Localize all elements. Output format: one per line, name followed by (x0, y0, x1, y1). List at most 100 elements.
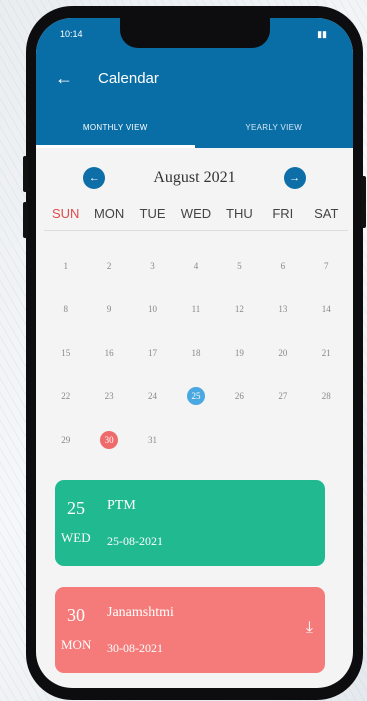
calendar-grid: 1 2 3 4 5 6 7 8 9 10 11 12 13 14 15 16 17 18 19 20 21 22 23 24 2… (44, 244, 348, 462)
app-bar: ← Calendar (36, 50, 353, 106)
event-weekday: WED (61, 530, 91, 545)
volume-down-button (23, 202, 28, 238)
calendar-week-row: 15 16 17 18 19 20 21 (44, 331, 348, 375)
calendar-day-number: 3 (150, 260, 155, 271)
calendar-day[interactable]: 30 (87, 418, 130, 462)
calendar-day-number: 31 (148, 434, 158, 445)
calendar-day-number: 24 (148, 391, 158, 402)
calendar-empty-cell (218, 418, 261, 462)
calendar-day[interactable]: 10 (131, 288, 174, 332)
calendar-week-row: 29 30 31 (44, 418, 348, 462)
calendar-day[interactable]: 21 (305, 331, 348, 375)
calendar-day-number: 2 (106, 260, 112, 271)
month-navigator: ← August 2021 → (36, 164, 353, 192)
event-day: 25 (67, 498, 85, 518)
weekday-label: MON (93, 206, 125, 221)
calendar-day-number: 4 (193, 260, 199, 271)
weekday-label: THU (226, 206, 253, 221)
calendar-day[interactable]: 22 (44, 375, 87, 419)
calendar-day[interactable]: 23 (87, 375, 130, 419)
back-arrow-icon[interactable]: ← (44, 68, 84, 89)
calendar-day-number: 19 (234, 347, 244, 358)
arrow-left-icon: ← (88, 172, 100, 184)
calendar-day[interactable]: 14 (305, 288, 348, 332)
calendar-day[interactable]: 11 (174, 288, 217, 332)
calendar-day-number (187, 431, 205, 449)
weekday-label: SUN (51, 206, 80, 221)
calendar-day[interactable]: 13 (261, 288, 304, 332)
calendar-day[interactable]: 20 (261, 331, 304, 375)
calendar-day[interactable]: 4 (174, 244, 217, 288)
calendar-day[interactable]: 16 (87, 331, 130, 375)
calendar-day[interactable]: 31 (131, 418, 174, 462)
calendar-day[interactable]: 27 (261, 375, 304, 419)
calendar-day-number: 12 (234, 304, 244, 315)
calendar-day-number: 27 (278, 391, 288, 402)
camera-notch (120, 18, 270, 48)
prev-month-button[interactable]: ← (83, 167, 106, 189)
event-card[interactable]: 25 WED PTM 25-08-2021 (55, 480, 325, 566)
weekday-label: FRI (272, 206, 294, 221)
calendar-week-row: 22 23 24 25 26 27 28 (44, 375, 348, 419)
calendar-day[interactable]: 26 (218, 375, 261, 419)
power-button (361, 176, 366, 228)
calendar-day[interactable]: 15 (44, 331, 87, 375)
calendar-week-row: 1 2 3 4 5 6 7 (44, 244, 348, 288)
calendar-day-number: 9 (106, 304, 112, 315)
calendar-day-number (230, 431, 248, 449)
calendar-day-number: 17 (148, 347, 158, 358)
calendar-day[interactable]: 2 (87, 244, 130, 288)
phone-screen: 10:14 ▮▮ ← Calendar MONTHLY VIEW YEARLY … (36, 18, 353, 688)
event-date: 25-08-2021 (107, 534, 163, 548)
download-icon[interactable]: ⤓ (306, 619, 313, 637)
calendar-day-number: 29 (61, 434, 71, 445)
calendar-day[interactable]: 19 (218, 331, 261, 375)
calendar-day[interactable]: 6 (261, 244, 304, 288)
calendar-day[interactable]: 25 (174, 375, 217, 419)
calendar-day-number: 30 (100, 430, 119, 449)
calendar-day-number (274, 431, 292, 449)
calendar-day[interactable]: 8 (44, 288, 87, 332)
calendar-day[interactable]: 9 (87, 288, 130, 332)
calendar-week-row: 8 9 10 11 12 13 14 (44, 288, 348, 332)
event-day: 30 (67, 605, 85, 625)
calendar-day[interactable]: 29 (44, 418, 87, 462)
arrow-right-icon: → (289, 172, 301, 184)
calendar-day-number: 11 (191, 304, 201, 315)
calendar-day[interactable]: 12 (218, 288, 261, 332)
phone-frame: 10:14 ▮▮ ← Calendar MONTHLY VIEW YEARLY … (23, 6, 366, 700)
event-weekday: MON (61, 637, 92, 652)
next-month-button[interactable]: → (283, 167, 306, 189)
calendar-day[interactable]: 28 (305, 375, 348, 419)
event-card[interactable]: 30 MON Janamshtmi 30-08-2021 ⤓ (55, 587, 325, 673)
volume-up-button (23, 156, 28, 192)
event-title: PTM (107, 498, 136, 513)
calendar-day[interactable]: 18 (174, 331, 217, 375)
calendar-day-number: 22 (61, 391, 71, 402)
calendar-day-number: 7 (323, 260, 329, 271)
calendar-day-number: 14 (321, 304, 331, 315)
calendar-day[interactable]: 17 (131, 331, 174, 375)
event-date: 30-08-2021 (107, 641, 163, 655)
calendar-empty-cell (174, 418, 217, 462)
calendar-day-number: 26 (234, 391, 244, 402)
view-tabs: MONTHLY VIEW YEARLY VIEW (36, 106, 353, 148)
calendar-day-number: 1 (63, 260, 68, 271)
calendar-day[interactable]: 5 (218, 244, 261, 288)
battery-icon: ▮▮ (317, 28, 327, 39)
calendar-day-number (317, 431, 335, 449)
calendar-day[interactable]: 1 (44, 244, 87, 288)
calendar-day[interactable]: 7 (305, 244, 348, 288)
calendar-day[interactable]: 24 (131, 375, 174, 419)
calendar-day-number: 23 (104, 391, 114, 402)
calendar-day-number: 15 (61, 347, 71, 358)
calendar-day-number: 20 (278, 347, 288, 358)
page-title: Calendar (98, 69, 159, 87)
calendar-day[interactable]: 3 (131, 244, 174, 288)
calendar-day-number: 25 (186, 387, 205, 406)
event-title: Janamshtmi (107, 605, 174, 620)
tab-monthly-view[interactable]: MONTHLY VIEW (36, 106, 195, 148)
calendar-day-number: 10 (148, 304, 158, 315)
calendar-day-number: 18 (191, 347, 201, 358)
tab-yearly-view[interactable]: YEARLY VIEW (195, 106, 354, 148)
